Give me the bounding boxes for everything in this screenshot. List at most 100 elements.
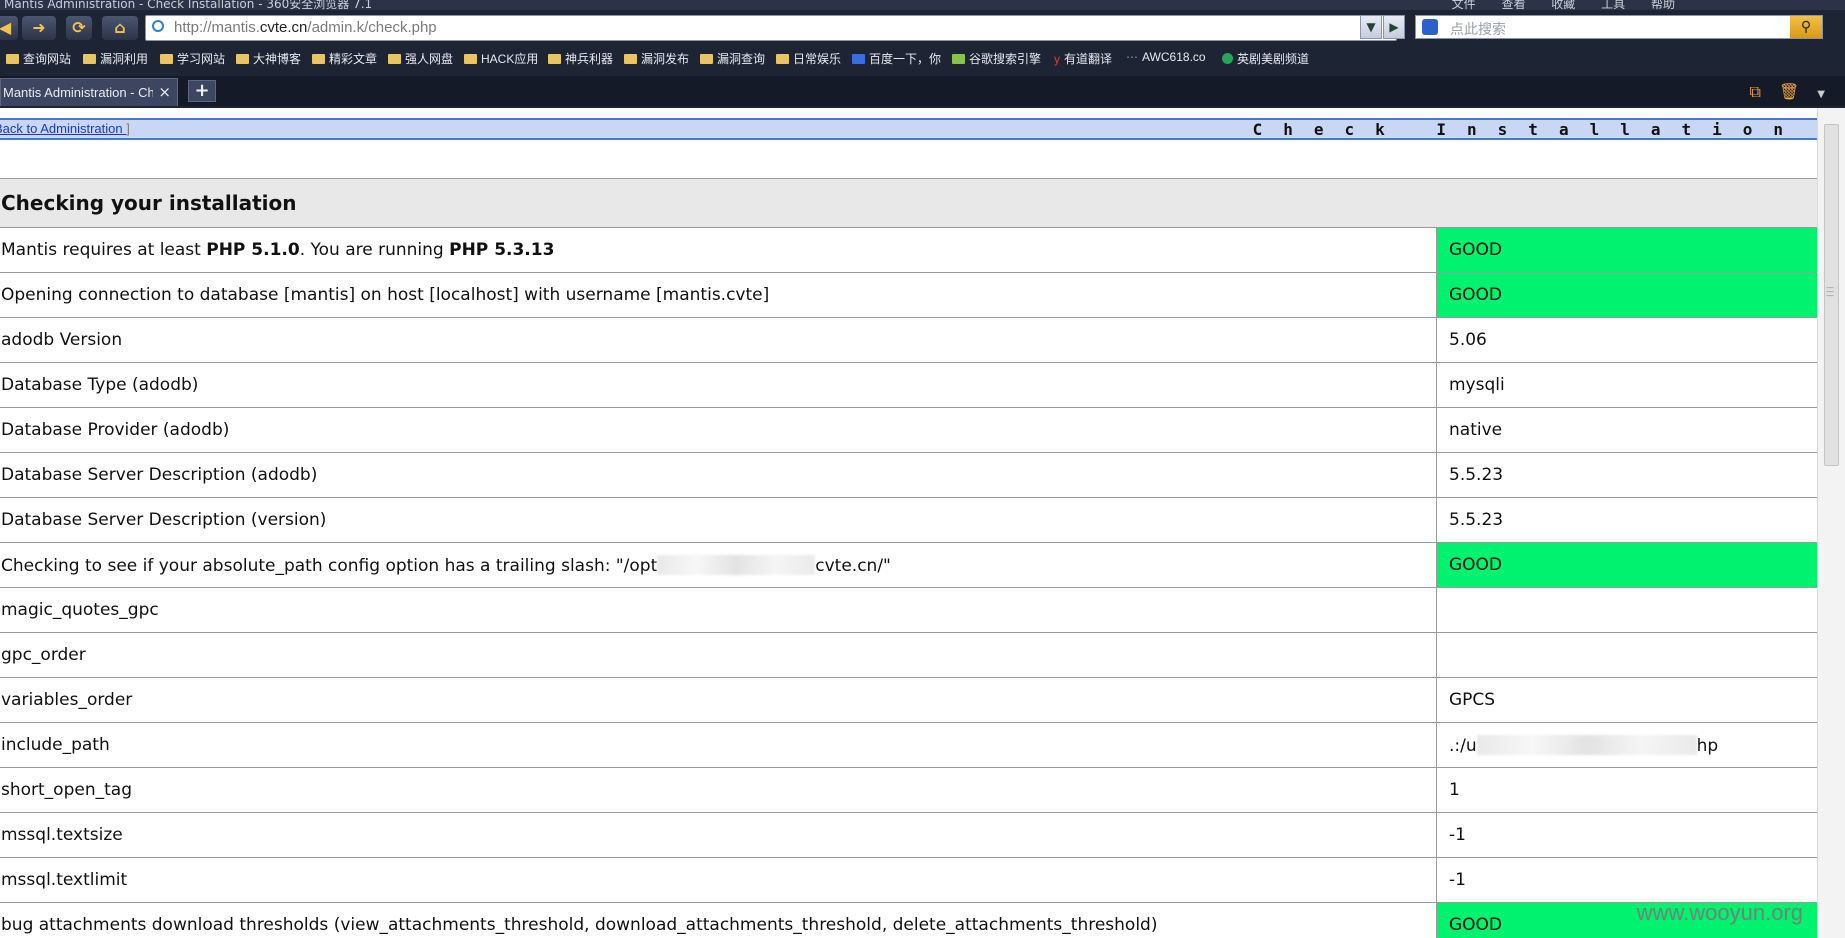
check-value: -1 <box>1436 812 1818 858</box>
video-icon <box>1222 53 1233 64</box>
bookmark-item[interactable]: 漏洞利用 <box>83 50 148 67</box>
refresh-icon: ⟳ <box>72 18 86 37</box>
check-label: Database Server Description (version) <box>0 497 1437 543</box>
bookmark-item[interactable]: 学习网站 <box>160 50 225 67</box>
table-row: magic_quotes_gpc <box>0 587 1818 633</box>
check-label: mssql.textlimit <box>0 857 1437 903</box>
menu-file[interactable]: 文件 <box>1452 0 1476 10</box>
tab-active[interactable]: Mantis Administration - Ch × <box>0 78 178 106</box>
check-label: bug attachments download thresholds (vie… <box>0 902 1437 938</box>
table-row: Opening connection to database [mantis] … <box>0 272 1818 318</box>
check-result: GOOD <box>1436 227 1818 273</box>
check-label: Checking to see if your absolute_path co… <box>0 542 1437 588</box>
table-row: Checking to see if your absolute_path co… <box>0 542 1818 588</box>
browser-chrome: Mantis Administration - Check Installati… <box>0 0 1845 108</box>
chevron-down-icon: ▼ <box>1366 20 1376 34</box>
check-value: GPCS <box>1436 677 1818 723</box>
bookmark-item[interactable]: 查询网站 <box>6 50 71 67</box>
search-box[interactable]: 点此搜索 ⚲ <box>1415 15 1823 39</box>
bookmark-item[interactable]: 英剧美剧频道 <box>1222 50 1309 67</box>
forward-button[interactable]: ➜ <box>22 16 56 40</box>
folder-icon <box>464 54 477 64</box>
menu-bar: 文件 查看 收藏 工具 帮助 <box>1430 0 1675 10</box>
folder-icon <box>83 54 96 64</box>
check-value: -1 <box>1436 857 1818 903</box>
chevron-down-icon[interactable]: ▼ <box>1817 89 1825 100</box>
check-value <box>1436 587 1818 633</box>
link-icon: ⋯ <box>1126 50 1138 64</box>
bookmark-item[interactable]: ⋯ AWC618.co <box>1126 50 1206 64</box>
bookmarks-bar: 查询网站 漏洞利用 学习网站 大神博客 精彩文章 强人网盘 HACK应用 神兵利… <box>0 46 1845 70</box>
bookmark-item[interactable]: 漏洞查询 <box>700 50 765 67</box>
folder-icon <box>312 54 325 64</box>
bookmark-item[interactable]: 漏洞发布 <box>624 50 689 67</box>
url-text[interactable]: http://mantis.cvte.cn/admin.k/check.php <box>174 19 437 36</box>
address-bar[interactable]: http://mantis.cvte.cn/admin.k/check.php … <box>145 15 1397 41</box>
table-row: Database Server Description (adodb) 5.5.… <box>0 452 1818 498</box>
menu-favorites[interactable]: 收藏 <box>1551 0 1575 10</box>
vertical-scrollbar[interactable]: — — — <box>1817 108 1845 938</box>
restore-tab-icon[interactable]: ⧉ <box>1750 82 1761 101</box>
table-row: adodb Version 5.06 <box>0 317 1818 363</box>
window-title: Mantis Administration - Check Installati… <box>4 0 373 10</box>
bookmark-item[interactable]: 神兵利器 <box>548 50 613 67</box>
search-button[interactable]: ⚲ <box>1790 16 1822 38</box>
redacted-path <box>1476 734 1697 755</box>
check-value <box>1436 632 1818 678</box>
home-button[interactable]: ⌂ <box>102 16 138 40</box>
check-label: include_path <box>0 722 1437 768</box>
new-tab-button[interactable]: + <box>188 80 216 102</box>
folder-icon <box>388 54 401 64</box>
refresh-button[interactable]: ⟳ <box>66 16 92 40</box>
bookmark-item[interactable]: 谷歌搜索引擎 <box>952 50 1041 67</box>
table-header-row: Checking your installation <box>0 178 1818 228</box>
check-label: short_open_tag <box>0 767 1437 813</box>
back-button[interactable]: ◀ <box>0 16 18 40</box>
bookmark-item[interactable]: HACK应用 <box>464 50 538 67</box>
check-label: Mantis requires at least PHP 5.1.0. You … <box>0 227 1437 273</box>
bookmark-item[interactable]: 强人网盘 <box>388 50 453 67</box>
page-title: Check Installation <box>1252 120 1804 139</box>
check-value: 5.06 <box>1436 317 1818 363</box>
arrow-left-icon: ◀ <box>0 18 12 37</box>
trash-icon[interactable]: 🗑 <box>1779 82 1799 101</box>
folder-icon <box>624 54 637 64</box>
bookmark-item[interactable]: 百度一下，你 <box>852 50 941 67</box>
check-value: 1 <box>1436 767 1818 813</box>
table-row: include_path .:/u hp <box>0 722 1818 768</box>
play-icon: ▶ <box>1389 20 1399 34</box>
close-tab-icon[interactable]: × <box>158 83 171 101</box>
check-label: gpc_order <box>0 632 1437 678</box>
bookmark-item[interactable]: 大神博客 <box>236 50 301 67</box>
tab-title: Mantis Administration - Ch <box>3 85 153 100</box>
check-installation-table: Checking your installation Mantis requir… <box>0 178 1818 938</box>
go-button[interactable]: ▶ <box>1383 15 1405 39</box>
folder-icon <box>236 54 249 64</box>
check-label: variables_order <box>0 677 1437 723</box>
window-title-bar: Mantis Administration - Check Installati… <box>0 0 1845 10</box>
bookmark-item[interactable]: 日常娱乐 <box>776 50 841 67</box>
url-dropdown-button[interactable]: ▼ <box>1360 15 1382 39</box>
menu-help[interactable]: 帮助 <box>1651 0 1675 10</box>
table-row: mssql.textsize -1 <box>0 812 1818 858</box>
back-to-administration-link[interactable]: Back to Administration ] <box>0 121 130 136</box>
tab-strip: Mantis Administration - Ch × + ⧉ 🗑 ▼ <box>0 76 1845 106</box>
check-label: Database Provider (adodb) <box>0 407 1437 453</box>
google-icon <box>952 54 965 64</box>
check-result: GOOD <box>1436 272 1818 318</box>
search-engine-icon[interactable] <box>1422 19 1438 35</box>
check-value: 5.5.23 <box>1436 452 1818 498</box>
check-label: magic_quotes_gpc <box>0 587 1437 633</box>
folder-icon <box>776 54 789 64</box>
check-label: Database Server Description (adodb) <box>0 452 1437 498</box>
menu-view[interactable]: 查看 <box>1501 0 1525 10</box>
search-input[interactable]: 点此搜索 <box>1450 19 1506 39</box>
menu-tools[interactable]: 工具 <box>1601 0 1625 10</box>
tab-tools: ⧉ 🗑 ▼ <box>1732 82 1825 102</box>
table-row: short_open_tag 1 <box>0 767 1818 813</box>
bookmark-item[interactable]: 精彩文章 <box>312 50 377 67</box>
check-value: native <box>1436 407 1818 453</box>
folder-icon <box>160 54 173 64</box>
bookmark-item[interactable]: y 有道翻译 <box>1054 50 1112 67</box>
table-row: variables_order GPCS <box>0 677 1818 723</box>
